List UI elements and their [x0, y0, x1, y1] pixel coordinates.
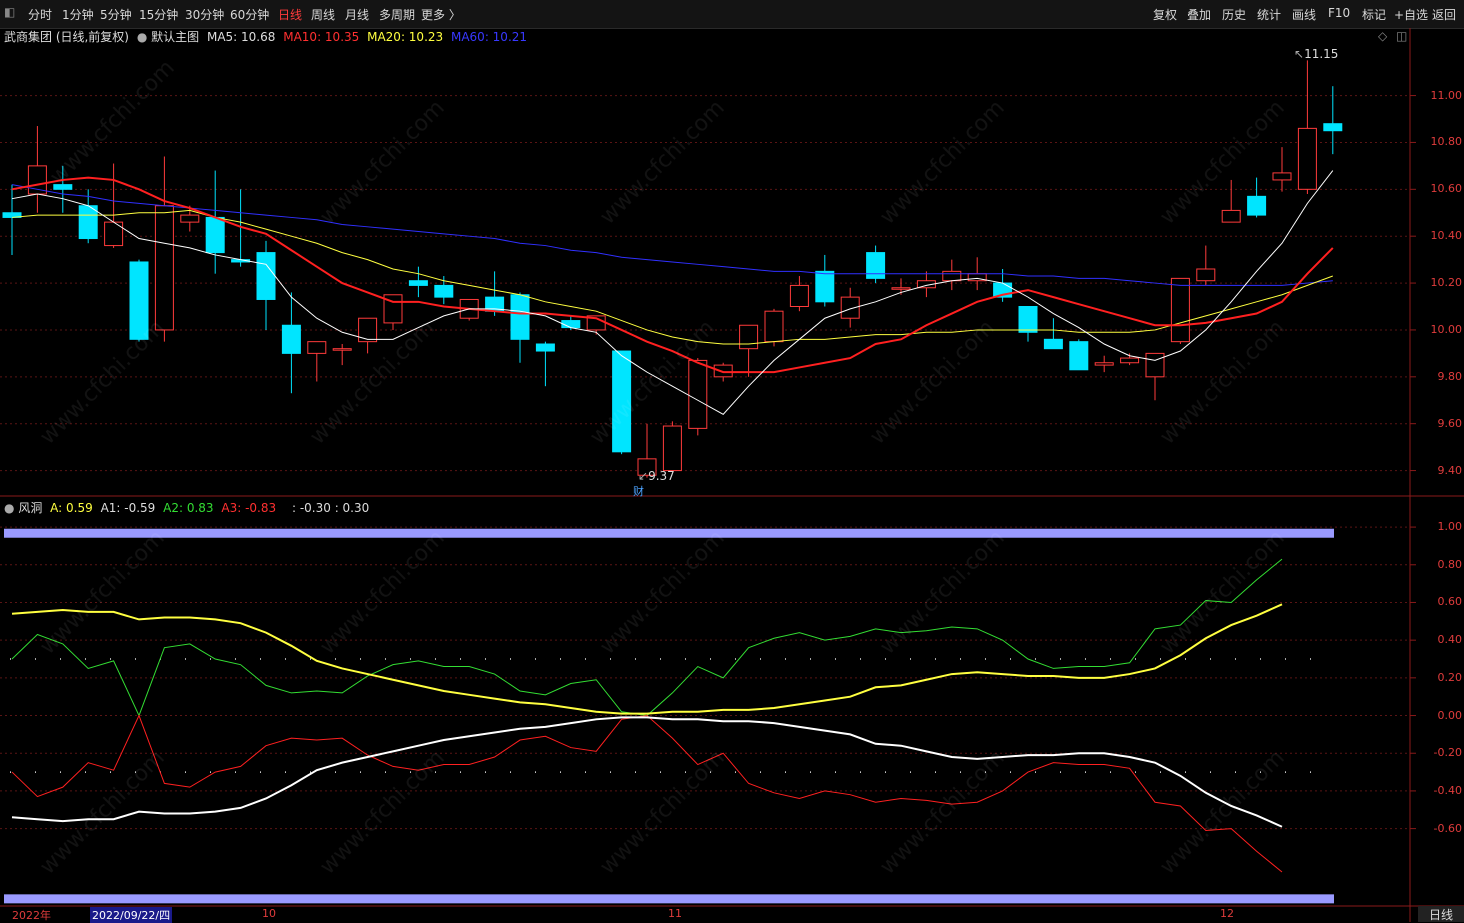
- x-label-nov: 11: [668, 907, 682, 920]
- candle-body: [256, 252, 276, 300]
- candle-body: [154, 205, 174, 331]
- ma10-line: [11, 176, 1334, 374]
- main-y-tick-label: 9.40: [1437, 463, 1463, 477]
- candle-body: [1247, 195, 1267, 216]
- indicator-a3-line: [11, 714, 1283, 873]
- sub-y-tick-label: 0.80: [1437, 557, 1463, 571]
- main-y-tick-label: 9.80: [1437, 369, 1463, 383]
- indicator-a1-line: [11, 716, 1283, 828]
- main-y-tick-label: 10.00: [1430, 322, 1463, 336]
- candle-body: [891, 287, 911, 290]
- kline-chart[interactable]: [0, 0, 1464, 922]
- candle-body: [1272, 172, 1292, 181]
- candle-body: [53, 184, 73, 190]
- sub-y-tick-label: 0.00: [1437, 708, 1463, 722]
- x-label-oct: 10: [262, 907, 276, 920]
- finance-marker[interactable]: 财: [633, 483, 644, 499]
- x-label-dec: 12: [1220, 907, 1234, 920]
- sub-y-tick-label: 0.20: [1437, 670, 1463, 684]
- x-label-year: 2022年: [12, 909, 51, 922]
- candle-body: [535, 343, 555, 352]
- candle-body: [1018, 306, 1038, 333]
- candle-body: [1196, 268, 1216, 282]
- candle-body: [281, 324, 301, 354]
- sub-y-tick-label: -0.40: [1433, 783, 1462, 797]
- candle-body: [688, 359, 708, 429]
- candle-body: [713, 364, 733, 378]
- candle-body: [815, 270, 835, 303]
- candle-body: [1069, 341, 1089, 371]
- candle-body: [612, 350, 632, 453]
- candle-body: [866, 252, 886, 279]
- candle-body: [307, 341, 327, 354]
- candle-body: [332, 348, 352, 351]
- candle-body: [129, 261, 149, 340]
- candle-body: [764, 310, 784, 343]
- candle-body: [510, 294, 530, 340]
- x-label-cursor-date: 2022/09/22/四: [90, 907, 173, 923]
- candle-body: [561, 320, 581, 329]
- ma5-line: [11, 170, 1334, 415]
- candle-body: [78, 205, 98, 240]
- main-y-tick-label: 10.60: [1430, 182, 1463, 196]
- low-price-label: ↙9.37: [638, 469, 675, 483]
- main-y-tick-label: 10.40: [1430, 229, 1463, 243]
- main-y-tick-label: 11.00: [1430, 88, 1463, 102]
- period-indicator: 日线: [1418, 906, 1464, 922]
- candle-body: [1043, 338, 1063, 350]
- candle-body: [408, 280, 428, 286]
- sub-y-tick-label: -0.20: [1433, 746, 1462, 760]
- candle-body: [205, 216, 225, 254]
- candle-body: [1145, 352, 1165, 378]
- candle-body: [358, 317, 378, 343]
- indicator-a2-line: [11, 558, 1283, 717]
- main-y-tick-label: 9.60: [1437, 416, 1463, 430]
- candle-body: [434, 284, 454, 298]
- candle-body: [662, 425, 682, 472]
- sub-y-tick-label: 0.60: [1437, 595, 1463, 609]
- candle-body: [1297, 127, 1317, 190]
- candle-body: [1120, 357, 1140, 364]
- candle-body: [840, 296, 860, 319]
- high-price-label: ↖11.15: [1294, 47, 1339, 61]
- sub-y-tick-label: 1.00: [1437, 520, 1463, 534]
- main-y-tick-label: 10.80: [1430, 135, 1463, 149]
- candle-body: [180, 214, 200, 223]
- candle-body: [1323, 123, 1343, 132]
- sub-y-tick-label: 0.40: [1437, 633, 1463, 647]
- candle-body: [739, 324, 759, 350]
- candle-body: [942, 270, 962, 282]
- main-y-tick-label: 10.20: [1430, 276, 1463, 290]
- candle-body: [1094, 362, 1114, 366]
- indicator-band: [4, 894, 1334, 904]
- indicator-band: [4, 528, 1334, 538]
- candle-body: [789, 284, 809, 307]
- indicator-a-line: [11, 603, 1283, 715]
- sub-y-tick-label: -0.60: [1433, 821, 1462, 835]
- candle-body: [1170, 277, 1190, 343]
- candle-body: [1221, 209, 1241, 223]
